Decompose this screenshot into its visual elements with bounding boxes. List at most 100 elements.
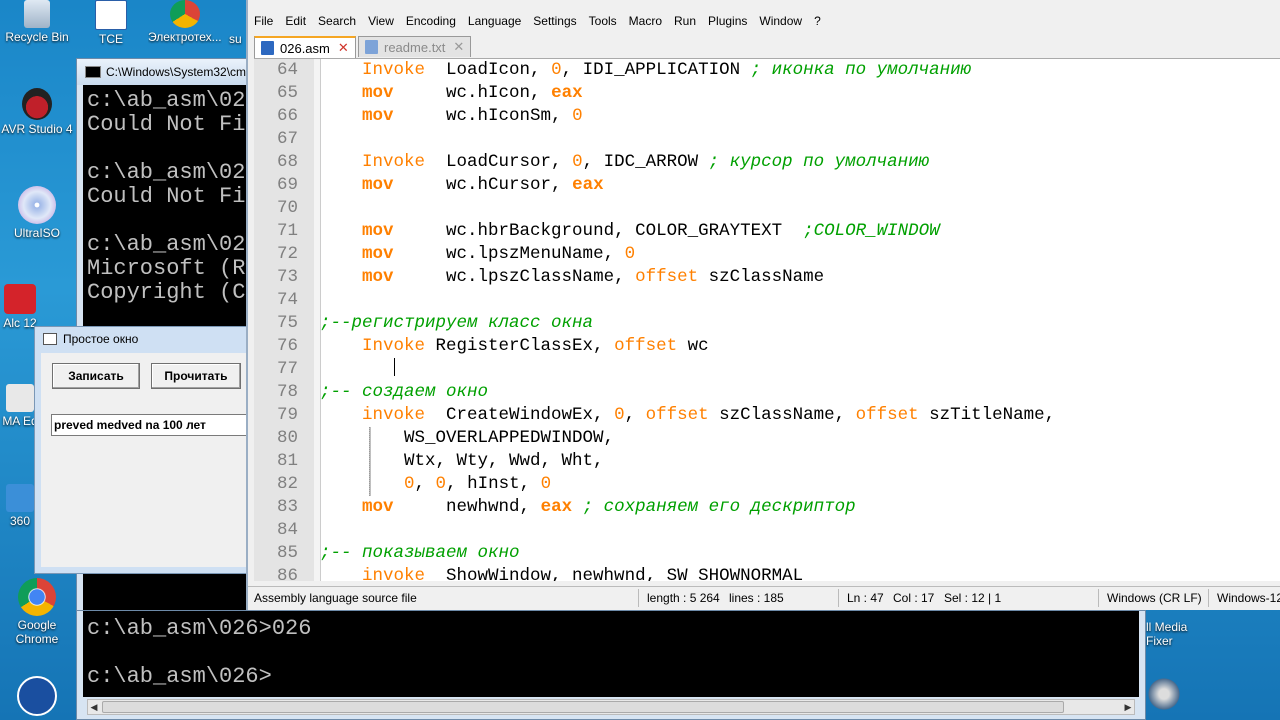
code-line[interactable]: 83 mov newhwnd, eax ; сохраняем его деск… xyxy=(254,496,1280,519)
code-line[interactable]: 70 xyxy=(254,197,1280,220)
desktop-icon-tce[interactable]: TCE xyxy=(74,0,148,46)
tab-readme-txt[interactable]: readme.txt ✕ xyxy=(358,36,472,57)
desktop-icon-ultraiso[interactable]: UltraISO xyxy=(0,186,74,240)
code-line[interactable]: 77 xyxy=(254,358,1280,381)
code-text: Invoke RegisterClassEx, offset wc xyxy=(362,336,709,356)
console-line: Copyright (C xyxy=(87,281,246,305)
line-number: 81 xyxy=(276,451,298,471)
line-number: 64 xyxy=(276,60,298,80)
code-line[interactable]: 71 mov wc.hbrBackground, COLOR_GRAYTEXT … xyxy=(254,220,1280,243)
code-line[interactable]: 73 mov wc.lpszClassName, offset szClassN… xyxy=(254,266,1280,289)
status-length: length : 5 264 xyxy=(647,591,720,605)
desktop-icon-label: AVR Studio 4 xyxy=(1,122,73,136)
code-text: ;-- показываем окно xyxy=(320,543,520,563)
menu-help[interactable]: ? xyxy=(808,14,827,28)
code-line[interactable]: 69 mov wc.hCursor, eax xyxy=(254,174,1280,197)
menu-plugins[interactable]: Plugins xyxy=(702,14,753,28)
code-line[interactable]: 75 ;--регистрируем класс окна xyxy=(254,312,1280,335)
code-text: Invoke LoadIcon, 0, IDI_APPLICATION ; ик… xyxy=(362,60,972,80)
desktop-icon-alc[interactable]: Alc 12 xyxy=(0,284,40,330)
line-number: 67 xyxy=(276,129,298,149)
menu-settings[interactable]: Settings xyxy=(527,14,582,28)
code-line[interactable]: 66 mov wc.hIconSm, 0 xyxy=(254,105,1280,128)
pdf-icon xyxy=(4,284,36,314)
code-line[interactable]: 78 ;-- создаем окно xyxy=(254,381,1280,404)
close-tab-icon[interactable]: ✕ xyxy=(453,39,464,55)
simple-window[interactable]: Простое окно Записать Прочитать preved m… xyxy=(34,326,250,574)
write-button[interactable]: Записать xyxy=(52,363,140,389)
code-text: 0, 0, hInst, 0 xyxy=(404,474,552,494)
desktop-icon-label: Электротех... и электрон... xyxy=(148,30,222,44)
desktop-icon-avr-studio[interactable]: AVR Studio 4 xyxy=(0,88,74,136)
status-encoding: Windows-12 xyxy=(1217,591,1280,605)
tab-026-asm[interactable]: 026.asm ✕ xyxy=(254,36,356,58)
console-window-lower[interactable]: c:\ab_asm\026>026 c:\ab_asm\026> ◀ ▶ xyxy=(76,610,1146,720)
text-field[interactable]: preved medved na 100 лет xyxy=(51,414,247,436)
status-lines: lines : 185 xyxy=(729,591,784,605)
code-text: mov wc.lpszMenuName, 0 xyxy=(362,244,636,264)
code-line[interactable]: 76 Invoke RegisterClassEx, offset wc xyxy=(254,335,1280,358)
close-tab-icon[interactable]: ✕ xyxy=(338,40,349,56)
menu-bar: File Edit Search View Encoding Language … xyxy=(248,10,1280,32)
console-horizontal-scrollbar[interactable]: ◀ ▶ xyxy=(87,699,1135,715)
code-line[interactable]: 79 invoke CreateWindowEx, 0, offset szCl… xyxy=(254,404,1280,427)
tab-label: 026.asm xyxy=(280,40,330,56)
code-text: WS_OVERLAPPEDWINDOW, xyxy=(320,428,615,448)
recycle-bin-icon xyxy=(24,0,50,28)
menu-view[interactable]: View xyxy=(362,14,400,28)
code-line[interactable]: 74 xyxy=(254,289,1280,312)
code-editor[interactable]: 64 Invoke LoadIcon, 0, IDI_APPLICATION ;… xyxy=(254,58,1280,581)
status-selection: Sel : 12 | 1 xyxy=(944,591,1002,605)
desktop-icon-electro[interactable]: Электротех... и электрон... xyxy=(148,0,222,46)
app-icon xyxy=(6,384,34,412)
code-line[interactable]: 80 WS_OVERLAPPEDWINDOW, xyxy=(254,427,1280,450)
code-line[interactable]: 72 mov wc.lpszMenuName, 0 xyxy=(254,243,1280,266)
menu-edit[interactable]: Edit xyxy=(279,14,312,28)
media-fixer-icon[interactable] xyxy=(1146,676,1182,712)
desktop-icon-google-chrome[interactable]: Google Chrome xyxy=(0,578,74,646)
code-text: mov wc.hIcon, eax xyxy=(362,83,583,103)
scroll-left-icon[interactable]: ◀ xyxy=(88,700,100,714)
line-number: 85 xyxy=(276,543,298,563)
menu-search[interactable]: Search xyxy=(312,14,362,28)
code-line[interactable]: 67 xyxy=(254,128,1280,151)
desktop-icon-recycle-bin[interactable]: Recycle Bin xyxy=(0,0,74,44)
scroll-right-icon[interactable]: ▶ xyxy=(1122,700,1134,714)
code-text: invoke CreateWindowEx, 0, offset szClass… xyxy=(362,405,1056,425)
menu-tools[interactable]: Tools xyxy=(583,14,623,28)
code-line[interactable]: 65 mov wc.hIcon, eax xyxy=(254,82,1280,105)
desktop-icon-label: TCE xyxy=(99,32,123,46)
scrollbar-thumb[interactable] xyxy=(102,701,1064,713)
menu-run[interactable]: Run xyxy=(668,14,702,28)
line-number: 71 xyxy=(276,221,298,241)
file-icon xyxy=(365,40,378,54)
console-line: c:\ab_asm\026 xyxy=(87,89,247,113)
simple-window-titlebar[interactable]: Простое окно xyxy=(35,327,249,351)
menu-macro[interactable]: Macro xyxy=(623,14,668,28)
line-number: 74 xyxy=(276,290,298,310)
code-line[interactable]: 81 Wtx, Wty, Wwd, Wht, xyxy=(254,450,1280,473)
menu-file[interactable]: File xyxy=(248,14,279,28)
code-line[interactable]: 86 invoke ShowWindow, newhwnd, SW_SHOWNO… xyxy=(254,565,1280,581)
desktop-icon-app[interactable] xyxy=(0,676,74,718)
code-line[interactable]: 82 0, 0, hInst, 0 xyxy=(254,473,1280,496)
code-text: mov wc.lpszClassName, offset szClassName xyxy=(362,267,825,287)
code-line[interactable]: 68 Invoke LoadCursor, 0, IDC_ARROW ; кур… xyxy=(254,151,1280,174)
status-bar: Assembly language source file length : 5… xyxy=(248,586,1280,609)
menu-encoding[interactable]: Encoding xyxy=(400,14,462,28)
code-line[interactable]: 85 ;-- показываем окно xyxy=(254,542,1280,565)
code-line[interactable]: 64 Invoke LoadIcon, 0, IDI_APPLICATION ;… xyxy=(254,59,1280,82)
console-output-lower[interactable]: c:\ab_asm\026>026 c:\ab_asm\026> xyxy=(83,611,1139,697)
code-line[interactable]: 84 xyxy=(254,519,1280,542)
read-button[interactable]: Прочитать xyxy=(151,363,241,389)
console-titlebar[interactable]: C:\Windows\System32\cm xyxy=(77,59,257,85)
desktop-label-media-fixer: ll Media Fixer xyxy=(1146,620,1188,648)
notepad-plus-plus-window[interactable]: File Edit Search View Encoding Language … xyxy=(246,0,1280,610)
tab-label: readme.txt xyxy=(384,39,446,55)
chrome-icon xyxy=(18,578,56,616)
code-text: Wtx, Wty, Wwd, Wht, xyxy=(320,451,604,471)
console-icon xyxy=(85,66,101,78)
line-number: 76 xyxy=(276,336,298,356)
menu-window[interactable]: Window xyxy=(753,14,808,28)
menu-language[interactable]: Language xyxy=(462,14,527,28)
